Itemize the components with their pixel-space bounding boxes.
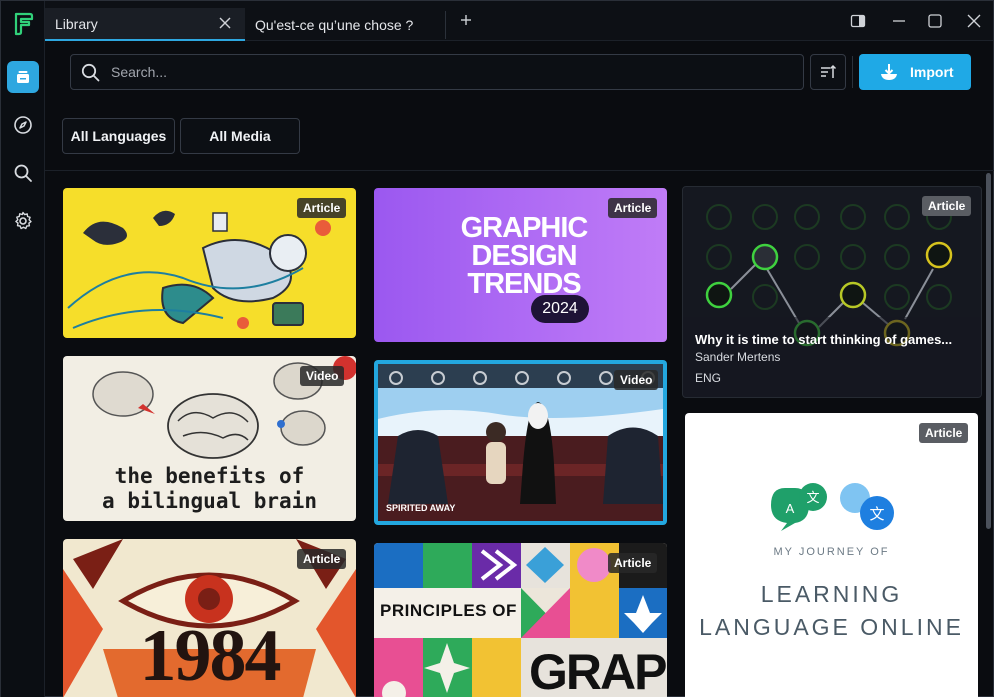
search-nav-button[interactable]: [7, 157, 39, 189]
svg-text:A: A: [786, 501, 795, 516]
close-window-icon[interactable]: [966, 13, 982, 29]
tab-quest-label: Qu'est-ce qu’une chose ?: [255, 16, 414, 33]
card-text: PRINCIPLES OF: [380, 601, 517, 620]
search-icon: [14, 164, 32, 182]
card-title: GRAPHIC DESIGN TRENDS: [454, 212, 594, 300]
card-thumbnail: [683, 204, 981, 397]
media-type-badge: Article: [919, 423, 969, 443]
filter-label: All Media: [209, 128, 271, 144]
all-media-filter[interactable]: All Media: [180, 118, 300, 154]
app-logo-icon: [14, 12, 34, 36]
header-divider: [45, 170, 994, 171]
card-title: LEARNING LANGUAGE ONLINE: [685, 578, 978, 644]
library-card[interactable]: Article: [63, 188, 356, 338]
sidebar-toggle-icon[interactable]: [850, 13, 866, 29]
media-type-badge: Article: [608, 198, 658, 218]
import-button[interactable]: Import: [859, 54, 971, 90]
card-text: GRAPHIC: [529, 644, 667, 697]
title-line: DESIGN: [471, 240, 577, 272]
library-scrollbar[interactable]: [986, 173, 991, 529]
minimize-icon[interactable]: [891, 13, 907, 29]
media-type-badge: Video: [614, 370, 659, 390]
search-input[interactable]: [111, 55, 791, 89]
text-line: a bilingual brain: [102, 489, 317, 513]
title-line: GRAPHIC: [460, 212, 589, 244]
compass-icon: [14, 116, 32, 134]
tab-library-label: Library: [55, 15, 98, 32]
library-card[interactable]: SPIRITED AWAY Video: [374, 360, 667, 525]
import-icon: [881, 64, 897, 80]
app-window: Library Qu'est-ce qu’une chose ? Search.…: [0, 0, 994, 697]
close-tab-icon[interactable]: [219, 17, 231, 29]
media-type-badge: Article: [297, 198, 347, 218]
card-language: ENG: [695, 371, 722, 385]
sort-button[interactable]: [810, 54, 846, 90]
card-caption: SPIRITED AWAY: [386, 503, 456, 513]
tab-quest-ce-quune-chose[interactable]: Qu'est-ce qu’une chose ?: [245, 8, 443, 41]
text-line: the benefits of: [114, 464, 305, 488]
media-type-badge: Article: [297, 549, 347, 569]
media-type-badge: Article: [922, 196, 972, 216]
settings-nav-button[interactable]: [7, 205, 39, 237]
library-card[interactable]: Article Why it is time to start thinking…: [682, 186, 982, 398]
toolbar-divider: [852, 56, 853, 88]
left-rail: [1, 1, 45, 697]
card-text: 1984: [139, 615, 282, 697]
all-languages-filter[interactable]: All Languages: [62, 118, 175, 154]
tab-bar: Library Qu'est-ce qu’une chose ?: [45, 1, 993, 41]
library-icon: [17, 71, 29, 83]
sort-icon: [821, 64, 837, 78]
svg-text:文: 文: [869, 506, 884, 523]
tab-divider: [445, 11, 446, 39]
card-title: Why it is time to start thinking of game…: [695, 332, 953, 347]
filter-label: All Languages: [70, 128, 167, 144]
title-line: TRENDS: [467, 268, 581, 300]
search-icon: [81, 63, 100, 82]
library-card[interactable]: A 文 文 MY JOURNEY OF LEARNING LANGUAGE ON…: [685, 413, 978, 697]
new-tab-icon[interactable]: [459, 13, 473, 27]
search-box: [70, 54, 804, 90]
library-card[interactable]: the benefits of a bilingual brain Video: [63, 356, 356, 521]
card-author: Sander Mertens: [695, 350, 781, 364]
gear-icon: [15, 211, 32, 230]
title-line: LANGUAGE ONLINE: [699, 614, 964, 640]
library-nav-button[interactable]: [7, 61, 39, 93]
library-card[interactable]: 1984 Article: [63, 539, 356, 697]
year-pill: 2024: [531, 295, 589, 323]
media-type-badge: Video: [300, 366, 345, 386]
card-subtitle: MY JOURNEY OF: [773, 546, 890, 558]
card-text: the benefits of a bilingual brain: [63, 464, 356, 514]
discover-nav-button[interactable]: [7, 109, 39, 141]
svg-text:文: 文: [806, 490, 819, 505]
library-card[interactable]: PRINCIPLES OF GRAPHIC Article: [374, 543, 667, 697]
tab-library[interactable]: Library: [45, 8, 245, 41]
maximize-icon[interactable]: [927, 13, 943, 29]
title-line: LEARNING: [760, 581, 903, 607]
import-label: Import: [910, 64, 954, 80]
media-type-badge: Article: [608, 553, 658, 573]
library-card[interactable]: GRAPHIC DESIGN TRENDS 2024 Article: [374, 188, 667, 342]
